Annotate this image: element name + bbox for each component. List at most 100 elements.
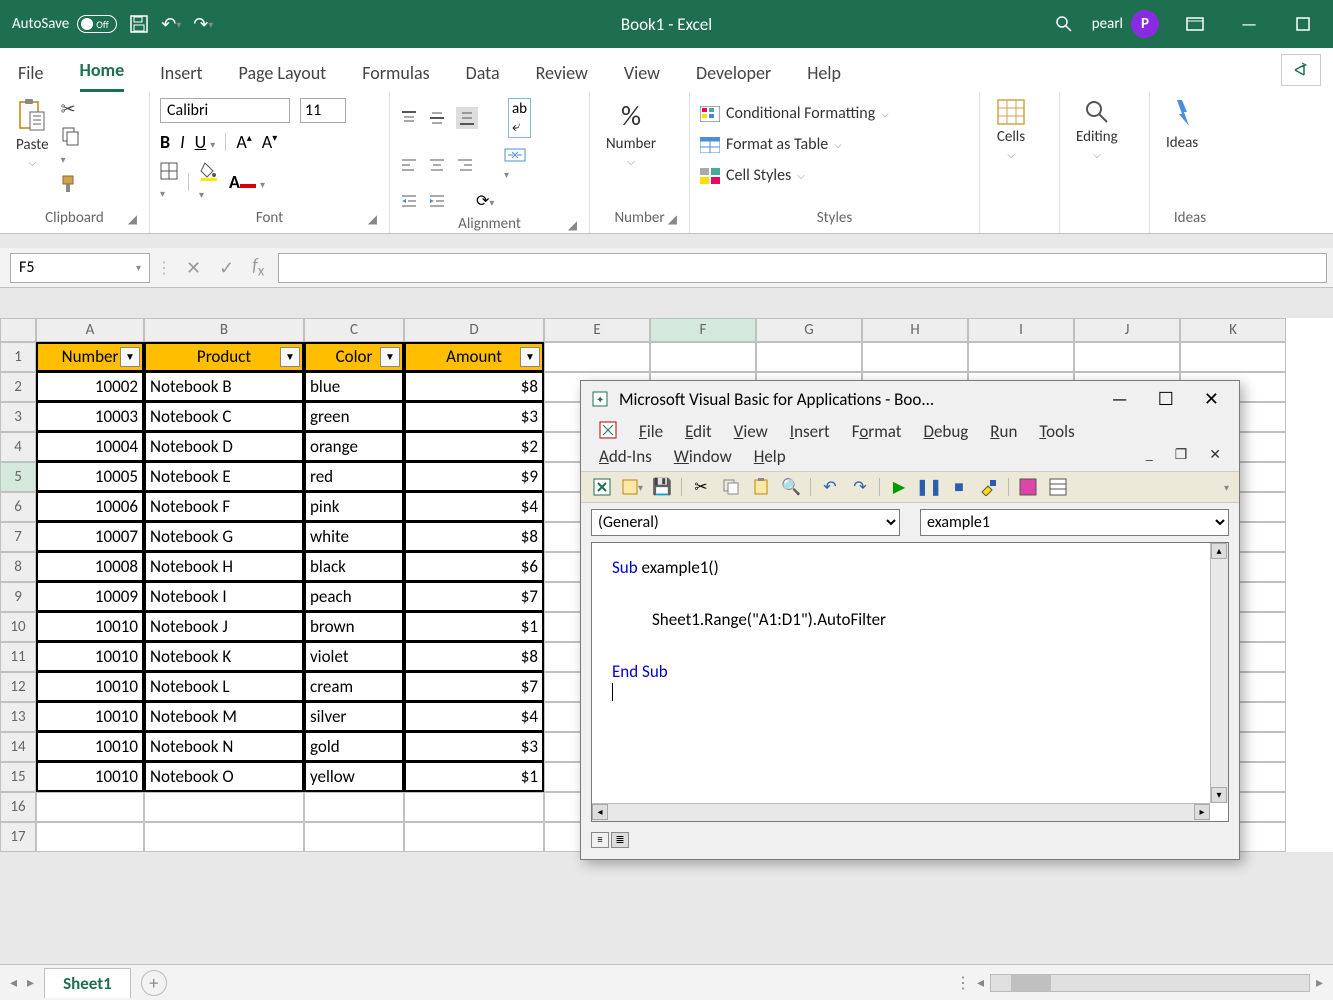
minimize-icon[interactable]: — [1231, 6, 1267, 42]
data-cell[interactable]: Notebook K [144, 642, 304, 672]
vba-title-bar[interactable]: ✦ Microsoft Visual Basic for Application… [581, 381, 1239, 417]
font-color-button[interactable]: A ▾ [229, 171, 265, 193]
data-cell[interactable]: 10008 [36, 552, 144, 582]
vba-properties-icon[interactable] [1047, 476, 1069, 498]
data-cell[interactable]: $8 [404, 522, 544, 552]
cell[interactable] [304, 822, 404, 852]
data-cell[interactable]: white [304, 522, 404, 552]
fill-color-button[interactable]: ▾ [199, 161, 219, 203]
redo-icon[interactable]: ↷▾ [193, 14, 213, 34]
format-painter-icon[interactable] [61, 174, 83, 194]
align-right-icon[interactable] [456, 156, 474, 174]
data-cell[interactable]: violet [304, 642, 404, 672]
paste-button[interactable]: Paste ⌵ [10, 98, 55, 169]
horizontal-scrollbar[interactable] [990, 974, 1310, 992]
data-cell[interactable]: $9 [404, 462, 544, 492]
data-cell[interactable]: 10003 [36, 402, 144, 432]
align-top-icon[interactable] [400, 109, 418, 127]
data-cell[interactable]: yellow [304, 762, 404, 792]
vba-minimize-icon[interactable]: — [1101, 388, 1137, 410]
row-header[interactable]: 14 [0, 732, 36, 762]
vba-menu-format[interactable]: Format [852, 421, 902, 442]
ideas-button[interactable]: Ideas [1160, 98, 1204, 152]
hscroll-right-icon[interactable]: ▸ [1316, 974, 1323, 991]
vba-mdi-min-icon[interactable]: _ [1146, 446, 1153, 467]
data-cell[interactable]: $7 [404, 672, 544, 702]
vba-undo-icon[interactable]: ↶ [819, 476, 841, 498]
add-sheet-button[interactable]: + [141, 970, 167, 996]
data-cell[interactable]: Notebook N [144, 732, 304, 762]
data-cell[interactable]: 10009 [36, 582, 144, 612]
vba-view-excel-icon[interactable] [591, 476, 613, 498]
cells-button[interactable]: Cells ⌵ [990, 98, 1032, 161]
enter-icon[interactable]: ✓ [219, 257, 234, 279]
data-cell[interactable]: Notebook C [144, 402, 304, 432]
vba-procedure-view-icon[interactable]: ≡ [591, 832, 609, 848]
number-dialog-launcher[interactable]: ◢ [668, 212, 677, 227]
vba-full-module-view-icon[interactable]: ≣ [611, 832, 629, 848]
data-cell[interactable]: Notebook G [144, 522, 304, 552]
bold-button[interactable]: B [160, 131, 170, 153]
vba-mdi-close-icon[interactable]: ✕ [1209, 446, 1221, 467]
data-cell[interactable]: 10002 [36, 372, 144, 402]
data-cell[interactable]: $1 [404, 762, 544, 792]
align-middle-icon[interactable] [428, 109, 446, 127]
cell[interactable] [1180, 342, 1286, 372]
tab-developer[interactable]: Developer [696, 62, 771, 92]
vba-maximize-icon[interactable]: ☐ [1148, 388, 1184, 410]
row-header[interactable]: 5 [0, 462, 36, 492]
sheet-nav-prev-icon[interactable]: ◂ [10, 974, 17, 991]
data-cell[interactable]: $3 [404, 732, 544, 762]
cell[interactable] [862, 342, 968, 372]
vba-insert-icon[interactable]: ▾ [621, 476, 643, 498]
vba-code-pane[interactable]: Sub example1() Sheet1.Range("A1:D1").Aut… [591, 542, 1229, 822]
hscroll-left-icon[interactable]: ◂ [977, 974, 984, 991]
vba-design-icon[interactable] [978, 476, 1000, 498]
column-header[interactable]: I [968, 318, 1074, 342]
row-header[interactable]: 12 [0, 672, 36, 702]
cell-styles-button[interactable]: Cell Styles⌵ [700, 164, 805, 187]
cell[interactable] [544, 342, 650, 372]
cell[interactable] [36, 822, 144, 852]
autosave-toggle[interactable]: AutoSave Off [12, 15, 117, 33]
vba-menu-insert[interactable]: Insert [790, 421, 830, 442]
formula-input[interactable] [278, 253, 1327, 283]
data-cell[interactable]: 10010 [36, 642, 144, 672]
cut-icon[interactable]: ✂ [61, 98, 83, 120]
column-header[interactable]: E [544, 318, 650, 342]
column-header[interactable]: J [1074, 318, 1180, 342]
data-cell[interactable]: 10010 [36, 732, 144, 762]
cell[interactable] [304, 792, 404, 822]
row-header[interactable]: 16 [0, 792, 36, 822]
data-cell[interactable]: Notebook H [144, 552, 304, 582]
data-cell[interactable]: orange [304, 432, 404, 462]
filter-button[interactable]: ▼ [380, 347, 400, 367]
vba-object-dropdown[interactable]: (General) [591, 509, 900, 536]
column-header[interactable]: K [1180, 318, 1286, 342]
vba-copy-icon[interactable] [720, 476, 742, 498]
maximize-icon[interactable] [1285, 6, 1321, 42]
vba-scrollbar-horizontal[interactable]: ◂ ▸ [592, 803, 1210, 821]
column-header[interactable]: A [36, 318, 144, 342]
row-header[interactable]: 17 [0, 822, 36, 852]
vba-save-icon[interactable]: 💾 [651, 476, 673, 498]
select-all-button[interactable] [0, 318, 36, 342]
data-cell[interactable]: $4 [404, 492, 544, 522]
data-cell[interactable]: 10010 [36, 672, 144, 702]
data-cell[interactable]: Notebook I [144, 582, 304, 612]
vba-menu-run[interactable]: Run [990, 421, 1017, 442]
data-cell[interactable]: 10010 [36, 612, 144, 642]
data-cell[interactable]: Notebook L [144, 672, 304, 702]
tab-file[interactable]: File [18, 62, 44, 92]
data-cell[interactable]: green [304, 402, 404, 432]
data-cell[interactable]: Notebook B [144, 372, 304, 402]
data-cell[interactable]: Notebook D [144, 432, 304, 462]
data-cell[interactable]: pink [304, 492, 404, 522]
underline-button[interactable]: U ▾ [195, 131, 216, 153]
data-cell[interactable]: silver [304, 702, 404, 732]
column-header[interactable]: H [862, 318, 968, 342]
increase-font-icon[interactable]: A▴ [236, 131, 251, 153]
row-header[interactable]: 7 [0, 522, 36, 552]
vba-reset-icon[interactable]: ■ [948, 476, 970, 498]
decrease-indent-icon[interactable] [400, 192, 418, 210]
